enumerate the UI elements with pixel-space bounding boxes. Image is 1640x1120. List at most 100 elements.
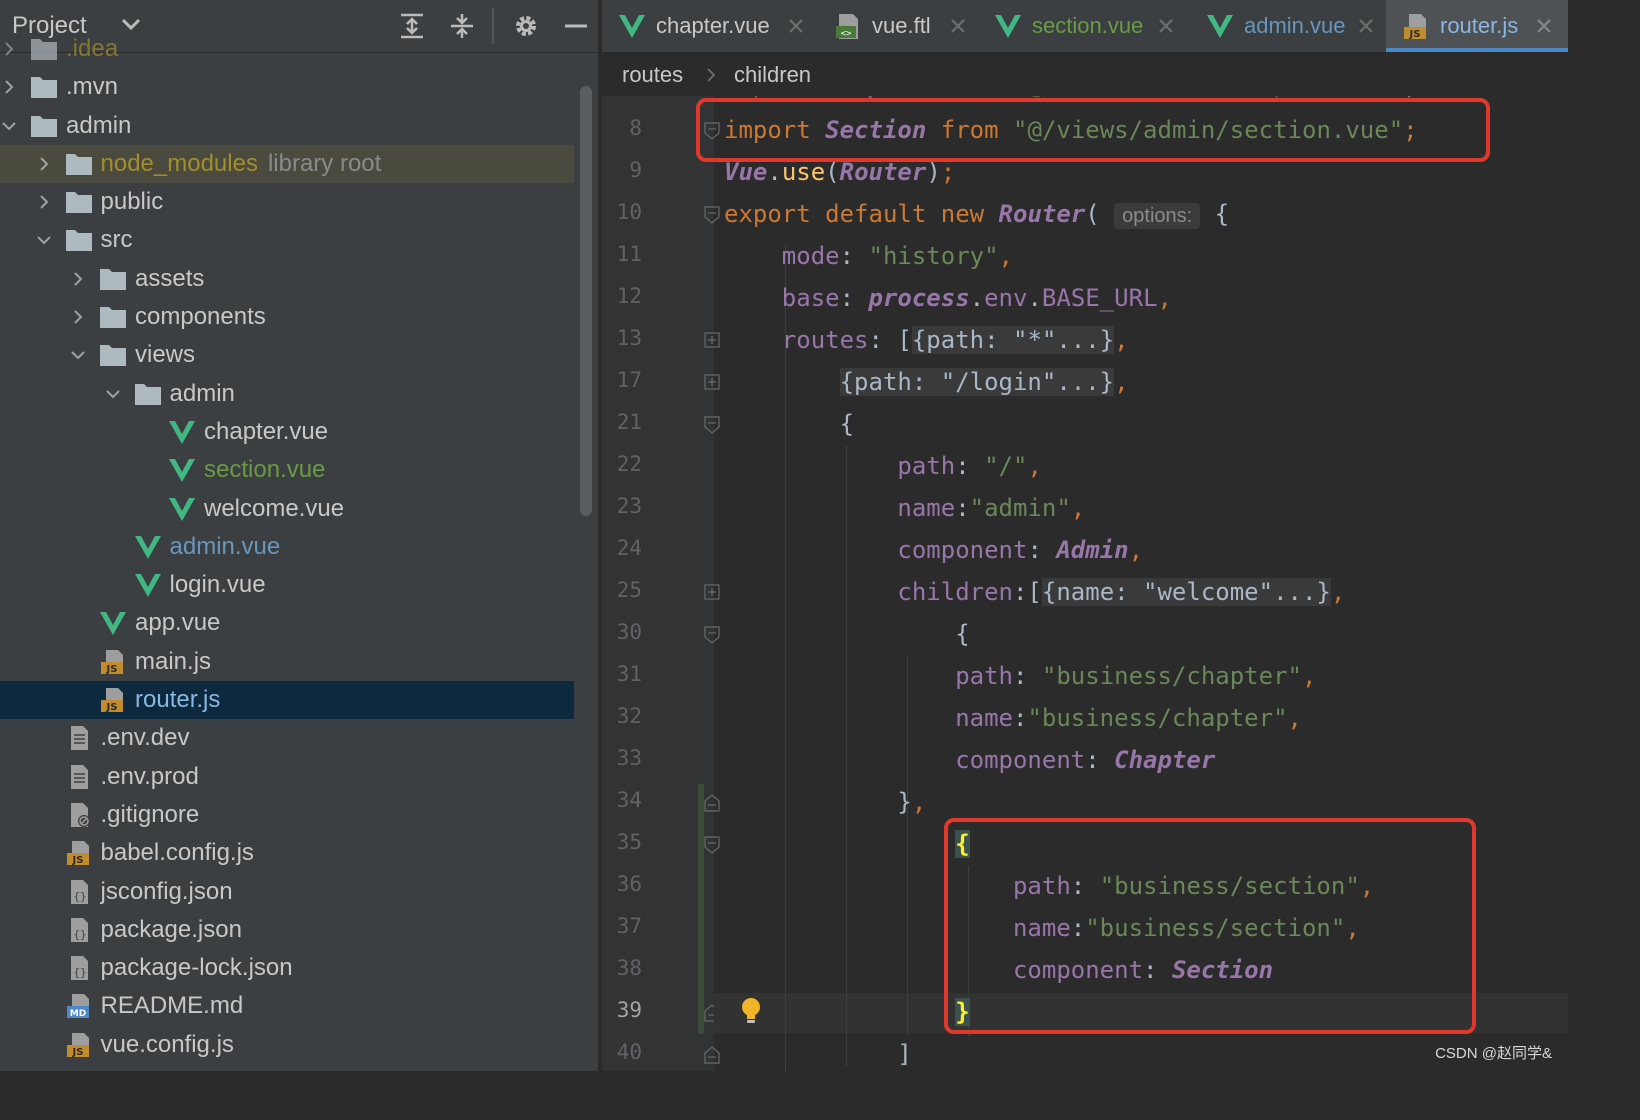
fold-expand-icon[interactable] bbox=[704, 584, 720, 602]
line-number: 32 bbox=[616, 704, 642, 728]
chevron-right-icon[interactable] bbox=[37, 157, 51, 171]
line-number: 39 bbox=[616, 998, 642, 1022]
folder-icon bbox=[30, 113, 58, 139]
scrollbar-thumb[interactable] bbox=[580, 86, 592, 516]
chevron-down-icon[interactable] bbox=[2, 119, 16, 133]
breadcrumb-item-routes[interactable]: routes bbox=[622, 62, 683, 88]
tab-router-js[interactable]: JS router.js bbox=[1386, 0, 1568, 52]
fold-collapse-icon[interactable] bbox=[704, 836, 720, 854]
tree-item[interactable]: src bbox=[0, 221, 574, 259]
code-line-35: { bbox=[955, 830, 970, 858]
fold-collapse-icon[interactable] bbox=[704, 1046, 720, 1064]
breadcrumb: routes children bbox=[602, 53, 1568, 97]
tree-item[interactable]: .env.prod bbox=[0, 758, 574, 796]
close-icon[interactable] bbox=[786, 16, 806, 36]
tree-item[interactable]: JS vue.config.js bbox=[0, 1026, 574, 1064]
code-line-10: export default new Router( options: { bbox=[724, 200, 1230, 229]
folder-icon bbox=[99, 266, 127, 292]
fold-expand-icon[interactable] bbox=[704, 374, 720, 392]
tab-chapter-vue[interactable]: chapter.vue bbox=[602, 0, 814, 52]
markdown-icon: MD bbox=[65, 993, 93, 1019]
line-number: 13 bbox=[616, 326, 642, 350]
tab-label: router.js bbox=[1440, 13, 1519, 38]
tree-item-label: src bbox=[100, 226, 133, 254]
chevron-right-icon[interactable] bbox=[37, 195, 51, 209]
line-number: 34 bbox=[616, 788, 642, 812]
tree-item[interactable]: welcome.vue bbox=[0, 490, 574, 528]
tree-item[interactable]: JS router.js bbox=[0, 681, 574, 720]
tree-item[interactable]: .idea bbox=[0, 30, 574, 68]
line-number: 11 bbox=[616, 242, 642, 266]
tree-item[interactable]: components bbox=[0, 298, 574, 336]
tree-item[interactable]: .mvn bbox=[0, 68, 574, 106]
chevron-down-icon[interactable] bbox=[71, 348, 85, 362]
editor-tab-bar: chapter.vue <> vue.ftl section.vue admin… bbox=[602, 0, 1568, 53]
json-file-icon: {} bbox=[65, 917, 93, 943]
line-number: 35 bbox=[616, 830, 642, 854]
tab-section-vue[interactable]: section.vue bbox=[978, 0, 1188, 52]
lightbulb-icon[interactable] bbox=[740, 996, 762, 1026]
tree-item[interactable]: admin bbox=[0, 107, 574, 145]
tree-item[interactable]: admin bbox=[0, 375, 574, 413]
chevron-right-icon[interactable] bbox=[2, 42, 16, 56]
tree-item[interactable]: section.vue bbox=[0, 451, 574, 489]
fold-collapse-icon[interactable] bbox=[704, 416, 720, 434]
chevron-down-icon[interactable] bbox=[105, 387, 120, 401]
tree-item[interactable]: .env.dev bbox=[0, 719, 574, 757]
vcs-change-marker bbox=[698, 784, 704, 1034]
tree-item-suffix: library root bbox=[267, 149, 382, 177]
tree-item-label: public bbox=[100, 188, 164, 216]
chevron-right-icon[interactable] bbox=[71, 272, 85, 286]
code-line-31: path: "business/chapter", bbox=[955, 662, 1317, 690]
code-editor[interactable]: 8 9 10 11 12 13 17 21 22 23 24 25 30 31 32 33 34 35 36 37 38… bbox=[602, 96, 1568, 1071]
tab-vue-ftl[interactable]: <> vue.ftl bbox=[818, 0, 976, 52]
fold-collapse-icon[interactable] bbox=[704, 206, 720, 224]
code-line-22: path: "/", bbox=[897, 452, 1042, 480]
vue-icon bbox=[168, 419, 196, 445]
text-file-icon bbox=[65, 725, 93, 751]
code-line-11: mode: "history", bbox=[781, 242, 1013, 270]
tree-item-label: babel.config.js bbox=[100, 839, 254, 867]
tree-item[interactable]: app.vue bbox=[0, 604, 574, 642]
close-icon[interactable] bbox=[1156, 16, 1176, 36]
tree-item-label: package.json bbox=[100, 915, 242, 943]
tree-item[interactable]: MD README.md bbox=[0, 987, 574, 1025]
tree-item[interactable]: .gitignore bbox=[0, 796, 574, 834]
tree-item[interactable]: node_modules library root bbox=[0, 144, 574, 184]
tree-item-label: views bbox=[135, 341, 196, 369]
code-line-25: children:[{name: "welcome"...}, bbox=[897, 578, 1346, 606]
js-file-icon: JS bbox=[99, 687, 127, 713]
breadcrumb-item-children[interactable]: children bbox=[734, 62, 811, 88]
tree-item[interactable]: admin.vue bbox=[0, 528, 574, 566]
tree-item[interactable]: {} package-lock.json bbox=[0, 949, 574, 987]
tree-item[interactable]: {} jsconfig.json bbox=[0, 873, 574, 911]
tree-item[interactable]: assets bbox=[0, 260, 574, 298]
tree-item[interactable]: public bbox=[0, 183, 574, 221]
fold-collapse-icon[interactable] bbox=[704, 626, 720, 644]
tree-item[interactable]: {} package.json bbox=[0, 911, 574, 949]
folder-icon bbox=[30, 74, 58, 100]
tree-item[interactable]: JS babel.config.js bbox=[0, 834, 574, 872]
code-line-12: base: process.env.BASE_URL, bbox=[781, 284, 1172, 312]
tree-item[interactable]: views bbox=[0, 336, 574, 374]
tree-item[interactable]: login.vue bbox=[0, 566, 574, 604]
fold-collapse-icon[interactable] bbox=[704, 794, 720, 812]
close-icon[interactable] bbox=[1534, 16, 1554, 36]
tree-item[interactable]: JS main.js bbox=[0, 643, 574, 681]
chevron-right-icon[interactable] bbox=[71, 310, 85, 324]
tree-item-label: components bbox=[135, 303, 266, 331]
vue-icon bbox=[99, 610, 127, 636]
tree-item-label: package-lock.json bbox=[100, 954, 293, 982]
active-tab-indicator bbox=[1386, 48, 1568, 52]
chevron-down-icon[interactable] bbox=[36, 233, 51, 247]
folder-icon bbox=[65, 227, 93, 253]
close-icon[interactable] bbox=[948, 16, 968, 36]
tree-item-label: router.js bbox=[135, 686, 221, 714]
fold-expand-icon[interactable] bbox=[704, 332, 720, 350]
chevron-down-icon[interactable] bbox=[122, 18, 140, 30]
chevron-right-icon[interactable] bbox=[2, 80, 16, 95]
svg-text:JS: JS bbox=[106, 702, 118, 713]
tree-item[interactable]: chapter.vue bbox=[0, 413, 574, 451]
tab-admin-vue[interactable]: admin.vue bbox=[1190, 0, 1386, 52]
close-icon[interactable] bbox=[1356, 16, 1376, 36]
